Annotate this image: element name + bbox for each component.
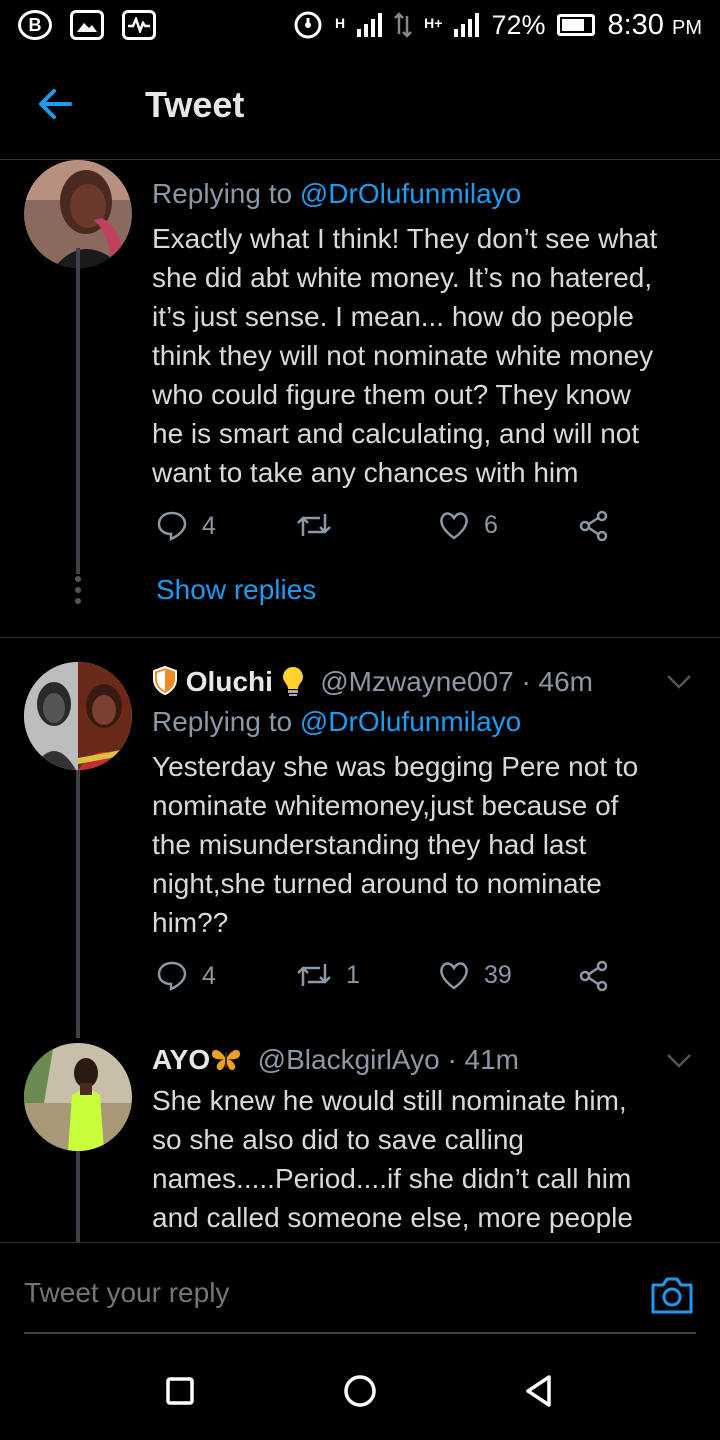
replying-to: Replying to @DrOlufunmilayo <box>152 706 522 737</box>
heart-icon <box>440 512 468 540</box>
thread-line <box>76 1151 80 1242</box>
mention-link[interactable]: @DrOlufunmilayo <box>300 178 521 209</box>
battery-percent: 72% <box>491 9 546 40</box>
mention-link[interactable]: @DrOlufunmilayo <box>300 706 521 737</box>
tweet-actions: 4 6 <box>152 510 632 550</box>
clock: 8:30 PM <box>607 8 702 41</box>
timestamp: · 41m <box>447 1044 520 1075</box>
system-navigation-bar <box>0 1334 720 1440</box>
tweet-feed[interactable]: Replying to @DrOlufunmilayo Exactly what… <box>0 160 720 1242</box>
recents-square-icon[interactable] <box>163 1374 197 1408</box>
tweet-text: Yesterday she was begging Pere not to no… <box>152 751 639 938</box>
share-button[interactable] <box>578 960 610 992</box>
heart-icon <box>440 962 468 990</box>
reply-composer <box>0 1242 720 1334</box>
like-button[interactable]: 6 <box>438 510 498 540</box>
tweet-header: Oluchi @Mzwayne007 · 46m <box>152 665 593 698</box>
retweet-button[interactable] <box>296 510 332 540</box>
display-name[interactable]: Oluchi <box>186 666 273 697</box>
hotspot-icon <box>294 11 322 39</box>
battery-icon <box>557 14 596 36</box>
page-title: Tweet <box>145 84 245 125</box>
chevron-down-icon[interactable] <box>666 1052 692 1070</box>
data-transfer-icon <box>394 12 413 38</box>
butterfly-icon <box>212 1049 241 1071</box>
display-name[interactable]: AYO <box>152 1044 210 1075</box>
replying-to: Replying to @DrOlufunmilayo <box>152 178 522 209</box>
reply-icon <box>157 511 187 541</box>
share-icon <box>579 510 608 542</box>
reply-button[interactable]: 4 <box>156 960 216 992</box>
divider <box>0 637 720 638</box>
arrow-left-icon[interactable] <box>36 84 76 124</box>
signal-1-icon <box>357 13 383 37</box>
tweet-header: AYO @BlackgirlAyo · 41m <box>152 1044 519 1076</box>
timestamp: · 46m <box>521 666 594 697</box>
status-bar: B H H+ 72% 8:30 PM <box>0 0 720 50</box>
like-button[interactable]: 39 <box>438 960 512 990</box>
reply-icon <box>157 961 187 991</box>
retweet-button[interactable]: 1 <box>296 960 360 990</box>
top-app-bar: Tweet <box>0 50 720 160</box>
shield-icon <box>153 665 177 696</box>
tweet-text: She knew he would still nominate him, so… <box>152 1085 633 1233</box>
more-dots <box>74 576 82 609</box>
reply-input[interactable] <box>24 1277 584 1309</box>
avatar[interactable] <box>24 1043 132 1151</box>
tweet-actions: 4 1 39 <box>152 960 632 1000</box>
reply-button[interactable]: 4 <box>156 510 216 542</box>
signal-2-icon <box>454 13 480 37</box>
network-type-2: H+ <box>424 14 443 31</box>
home-circle-icon[interactable] <box>343 1374 377 1408</box>
lightbulb-icon <box>282 667 303 696</box>
thread-line <box>76 248 80 574</box>
network-type-1: H <box>335 14 346 31</box>
b-app-icon: B <box>18 10 52 40</box>
retweet-icon <box>297 514 331 536</box>
back-triangle-icon[interactable] <box>522 1374 556 1408</box>
share-button[interactable] <box>578 510 610 542</box>
retweet-icon <box>297 964 331 986</box>
activity-notification-icon <box>122 10 156 40</box>
share-icon <box>579 960 608 992</box>
thread-line <box>76 770 80 1038</box>
handle[interactable]: @Mzwayne007 <box>320 666 513 697</box>
chevron-down-icon[interactable] <box>666 673 692 691</box>
tweet-text: Exactly what I think! They don’t see wha… <box>152 223 658 488</box>
show-replies-link[interactable]: Show replies <box>156 574 316 606</box>
camera-icon[interactable] <box>650 1275 694 1315</box>
handle[interactable]: @BlackgirlAyo <box>258 1044 440 1075</box>
avatar[interactable] <box>24 662 132 770</box>
image-notification-icon <box>70 10 104 40</box>
